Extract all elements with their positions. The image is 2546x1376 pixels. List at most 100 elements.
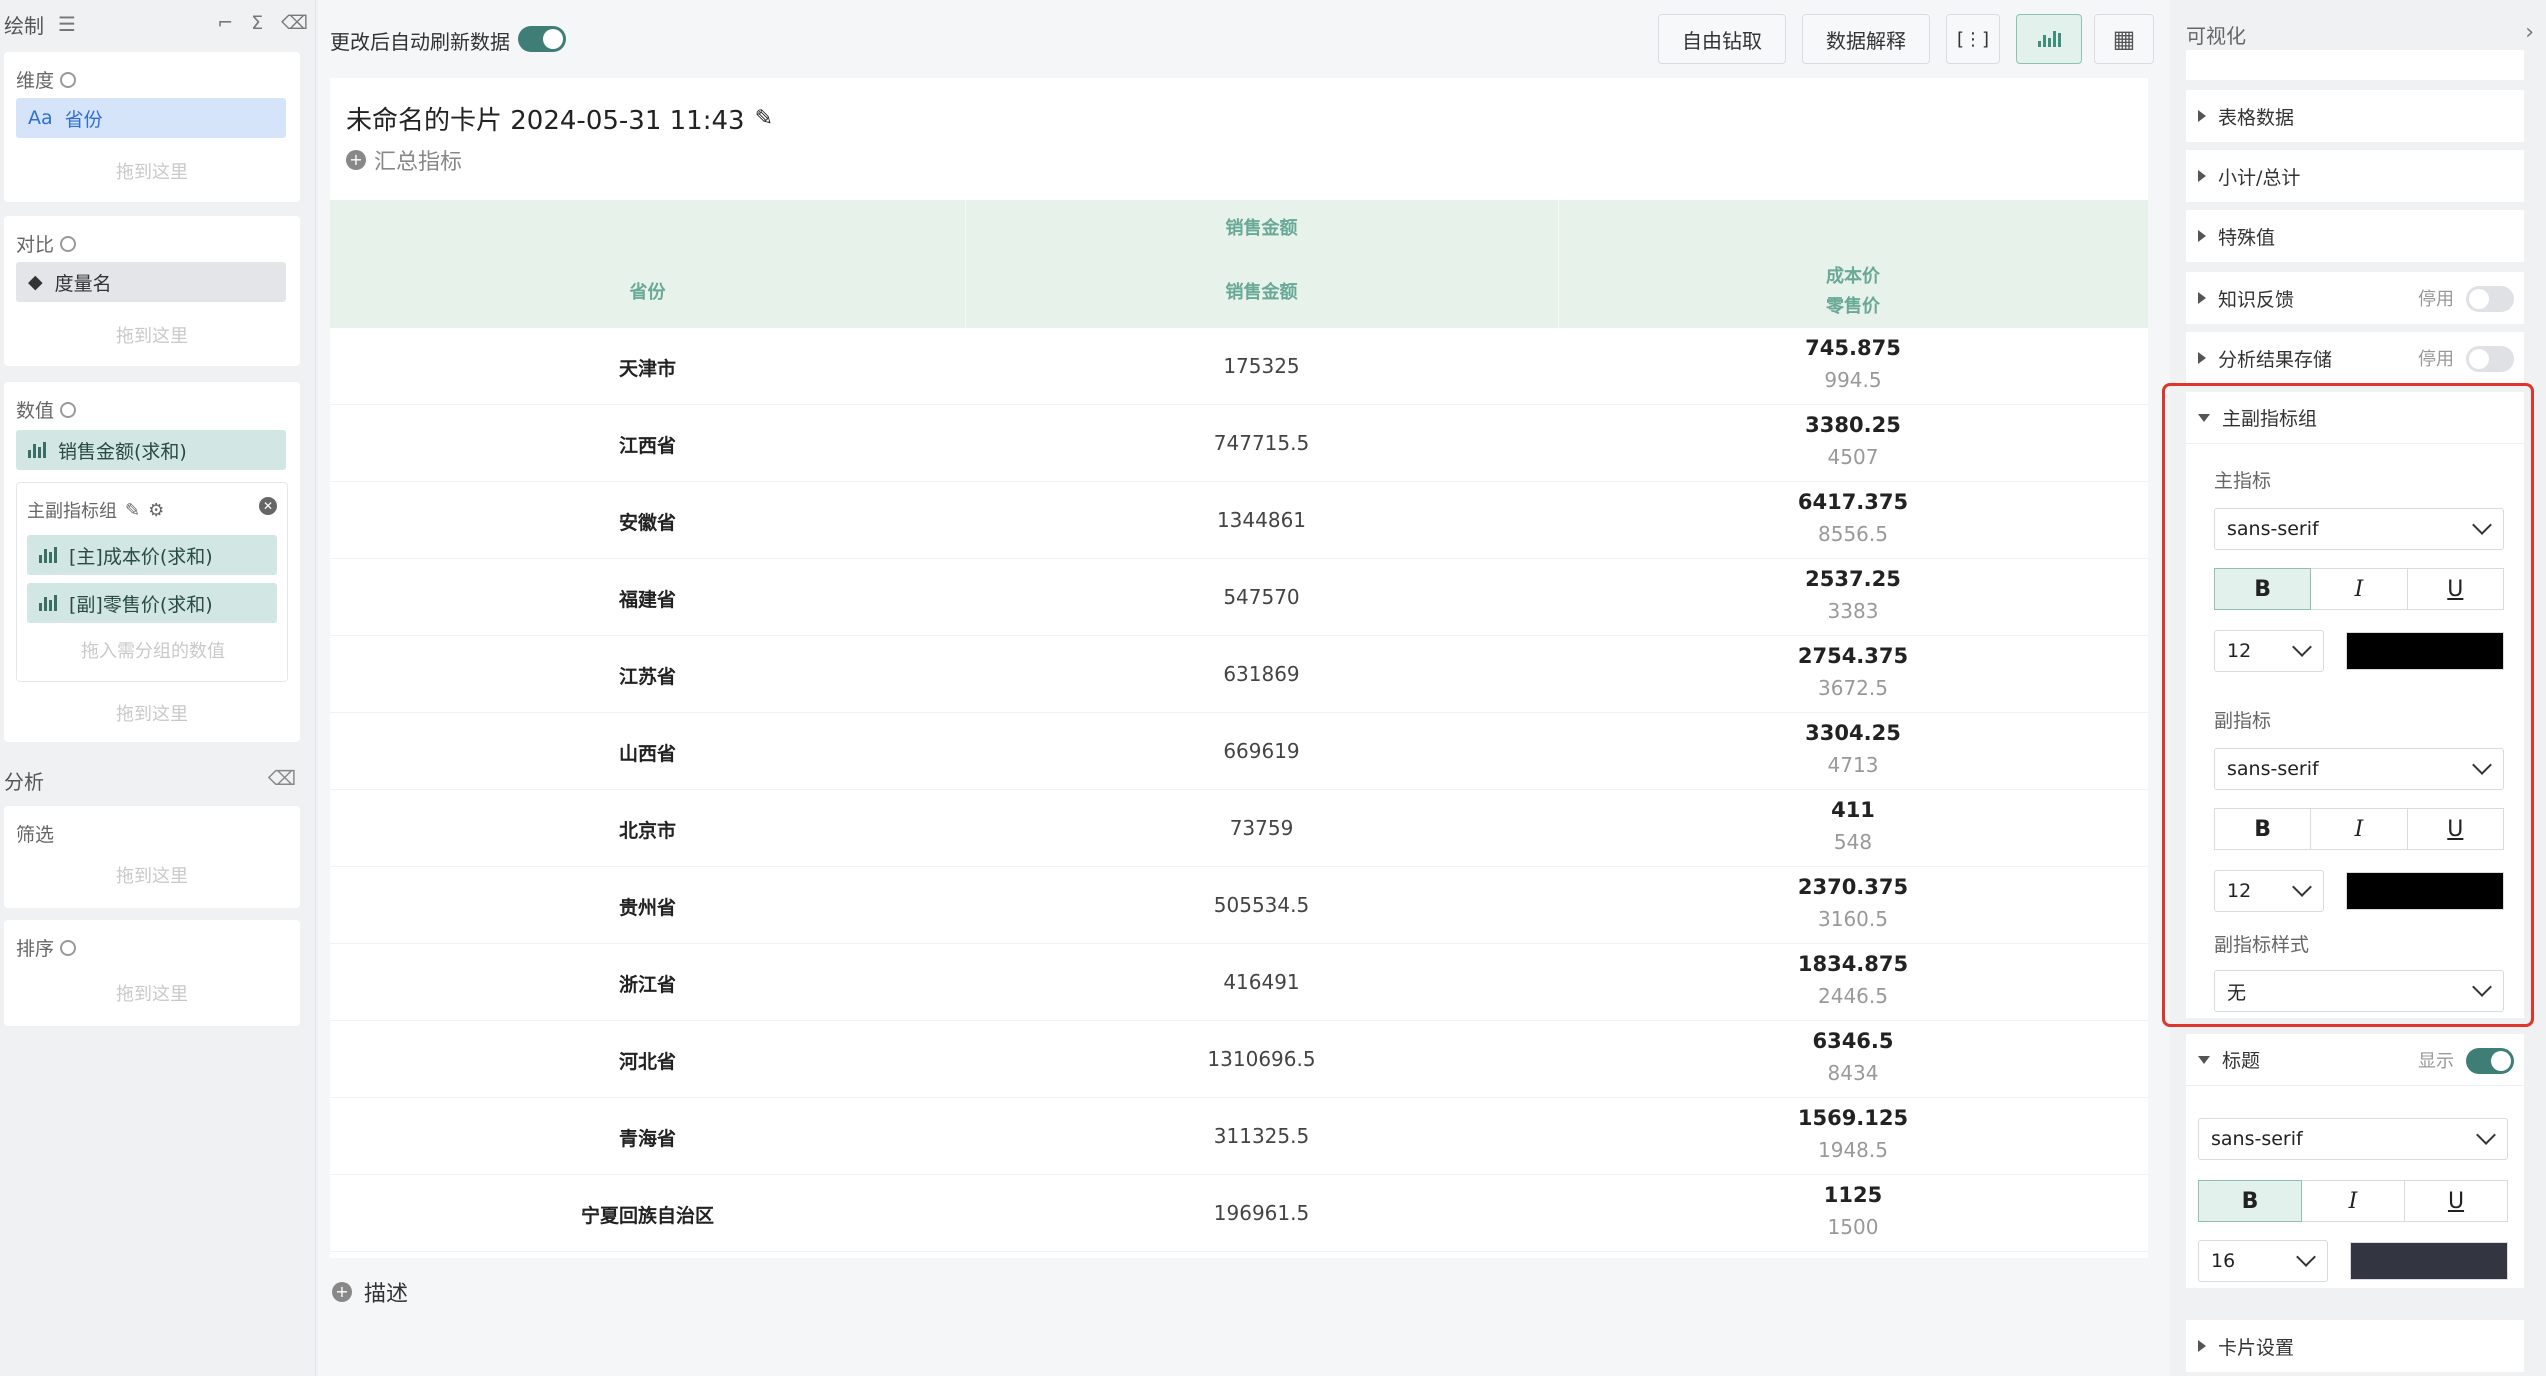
cell-cost: 745.875 xyxy=(1805,336,1901,360)
title-bold-button[interactable]: B xyxy=(2198,1180,2302,1222)
card-title[interactable]: 未命名的卡片 2024-05-31 11:43 ✎ xyxy=(346,100,773,137)
section-card-settings[interactable]: 卡片设置 xyxy=(2186,1320,2524,1372)
cell-retail: 2446.5 xyxy=(1818,984,1888,1008)
center-canvas: 更改后自动刷新数据 自由钻取 数据解释 [⋮] ▦ 未命名的卡片 2024-05… xyxy=(318,0,2170,1376)
gear-icon[interactable] xyxy=(60,235,77,252)
title-status: 显示 xyxy=(2418,1050,2454,1072)
edit-icon[interactable]: ✎ xyxy=(125,500,140,521)
cell-retail: 994.5 xyxy=(1824,368,1882,392)
feedback-status: 停用 xyxy=(2418,289,2454,310)
cell-province: 河北省 xyxy=(618,1051,676,1073)
storage-toggle[interactable] xyxy=(2466,346,2514,372)
section-special[interactable]: 特殊值 xyxy=(2186,210,2524,262)
draw-title: 绘制 xyxy=(4,13,44,38)
drill-button[interactable]: 自由钻取 xyxy=(1658,14,1786,64)
cell-retail: 3383 xyxy=(1827,599,1879,623)
auto-refresh-toggle[interactable] xyxy=(518,26,566,52)
gear-icon[interactable] xyxy=(60,939,77,956)
values-drop-zone[interactable]: 拖到这里 xyxy=(4,700,300,726)
cell-sales: 669619 xyxy=(1223,739,1300,763)
metric-group-item-sub[interactable]: [副]零售价(求和) xyxy=(27,583,277,623)
sigma-icon[interactable]: Σ xyxy=(251,12,263,34)
dimension-field-province[interactable]: Aa 省份 xyxy=(16,98,286,138)
cell-province: 山西省 xyxy=(618,743,676,765)
corner-icon[interactable]: ⌐ xyxy=(217,12,233,34)
summary-metric-label: 汇总指标 xyxy=(374,150,463,175)
chart-card: 未命名的卡片 2024-05-31 11:43 ✎ + 汇总指标 销售金额 省份… xyxy=(330,78,2148,1258)
cell-retail: 1500 xyxy=(1827,1215,1879,1239)
filter-drop-zone[interactable]: 拖到这里 xyxy=(4,862,300,888)
table-row[interactable]: 安徽省 1344861 6417.375 8556.5 xyxy=(330,482,2148,559)
table-row[interactable]: 江苏省 631869 2754.375 3672.5 xyxy=(330,636,2148,713)
title-underline-button[interactable]: U xyxy=(2405,1180,2508,1222)
section-label: 特殊值 xyxy=(2218,226,2276,249)
table-row[interactable]: 天津市 175325 745.875 994.5 xyxy=(330,328,2148,405)
metric-group-item-main[interactable]: [主]成本价(求和) xyxy=(27,535,277,575)
explain-button[interactable]: 数据解释 xyxy=(1802,14,1930,64)
compare-drop-zone[interactable]: 拖到这里 xyxy=(4,322,300,348)
table-row[interactable]: 浙江省 416491 1834.875 2446.5 xyxy=(330,944,2148,1021)
highlight-box xyxy=(2162,383,2534,1027)
cell-sales: 1344861 xyxy=(1216,508,1307,532)
chart-view-button[interactable] xyxy=(2016,14,2082,64)
title-toggle[interactable] xyxy=(2466,1048,2514,1074)
section-table-data[interactable]: 表格数据 xyxy=(2186,90,2524,142)
table-row[interactable]: 北京市 73759 411 548 xyxy=(330,790,2148,867)
section-subtotal[interactable]: 小计/总计 xyxy=(2186,150,2524,202)
eraser-icon[interactable]: ⌫ xyxy=(268,766,296,790)
cell-sales: 311325.5 xyxy=(1213,1124,1310,1148)
edit-icon[interactable]: ✎ xyxy=(755,106,773,131)
compare-field-measure-name[interactable]: ◆ 度量名 xyxy=(16,262,286,302)
gear-icon[interactable] xyxy=(60,71,77,88)
plus-icon: + xyxy=(346,150,366,170)
cell-province: 江苏省 xyxy=(618,666,676,688)
text-type-icon: Aa xyxy=(28,107,53,129)
cell-sales: 1310696.5 xyxy=(1207,1047,1316,1071)
title-size-select[interactable]: 16 xyxy=(2198,1240,2328,1282)
caret-down-icon xyxy=(2198,1055,2210,1064)
table-row[interactable]: 江西省 747715.5 3380.25 4507 xyxy=(330,405,2148,482)
summary-metric-link[interactable]: + 汇总指标 xyxy=(346,144,462,176)
metric-group-drop-zone[interactable]: 拖入需分组的数值 xyxy=(17,637,289,663)
caret-right-icon xyxy=(2198,292,2206,304)
header-cost[interactable]: 成本价 xyxy=(1558,262,2148,288)
title-style-panel: 标题 显示 sans-serif B I U 16 xyxy=(2186,1034,2524,1288)
value-field-sales[interactable]: 销售金额(求和) xyxy=(16,430,286,470)
eraser-icon[interactable]: ⌫ xyxy=(281,12,308,34)
title-font-select[interactable]: sans-serif xyxy=(2198,1118,2508,1160)
section-feedback[interactable]: 知识反馈 停用 xyxy=(2186,272,2524,324)
dimension-drop-zone[interactable]: 拖到这里 xyxy=(4,158,300,184)
filter-section: 筛选 拖到这里 xyxy=(4,806,300,908)
header-sales[interactable]: 销售金额 xyxy=(965,278,1558,304)
left-config-panel: 绘制 ☰ ⌐ Σ ⌫ 维度 Aa 省份 拖到这里 对比 ◆ 度量名 拖到这里 数… xyxy=(0,0,316,1376)
chevron-right-icon[interactable]: › xyxy=(2525,20,2534,45)
section-storage[interactable]: 分析结果存储 停用 xyxy=(2186,332,2524,384)
table-header: 销售金额 省份 销售金额 成本价 零售价 xyxy=(330,200,2148,328)
header-retail[interactable]: 零售价 xyxy=(1558,292,2148,318)
sort-drop-zone[interactable]: 拖到这里 xyxy=(4,980,300,1006)
table-row[interactable]: 山西省 669619 3304.25 4713 xyxy=(330,713,2148,790)
table-row[interactable]: 贵州省 505534.5 2370.375 3160.5 xyxy=(330,867,2148,944)
title-italic-button[interactable]: I xyxy=(2302,1180,2405,1222)
table-row[interactable]: 青海省 311325.5 1569.125 1948.5 xyxy=(330,1098,2148,1175)
table-row[interactable]: 宁夏回族自治区 196961.5 1125 1500 xyxy=(330,1175,2148,1252)
cell-sales: 175325 xyxy=(1223,354,1300,378)
feedback-toggle[interactable] xyxy=(2466,286,2514,312)
section-label: 知识反馈 xyxy=(2218,288,2295,311)
description-label: 描述 xyxy=(364,1282,409,1307)
section-title[interactable]: 标题 显示 xyxy=(2186,1034,2524,1086)
description-link[interactable]: + 描述 xyxy=(332,1276,408,1308)
table-view-button[interactable]: ▦ xyxy=(2094,14,2154,64)
settings-icon[interactable]: ⚙ xyxy=(148,500,164,521)
close-icon[interactable]: ✕ xyxy=(259,497,277,515)
settings-lines-icon[interactable]: ☰ xyxy=(58,12,76,36)
metric-group-title: 主副指标组 xyxy=(27,501,117,522)
code-view-button[interactable]: [⋮] xyxy=(1946,14,2000,64)
title-color-swatch[interactable] xyxy=(2350,1242,2508,1280)
gear-icon[interactable] xyxy=(60,401,77,418)
table-row[interactable]: 河北省 1310696.5 6346.5 8434 xyxy=(330,1021,2148,1098)
compare-field-label: 度量名 xyxy=(54,272,112,295)
header-province[interactable]: 省份 xyxy=(330,278,965,304)
table-row[interactable]: 福建省 547570 2537.25 3383 xyxy=(330,559,2148,636)
bar-chart-icon xyxy=(39,595,57,611)
